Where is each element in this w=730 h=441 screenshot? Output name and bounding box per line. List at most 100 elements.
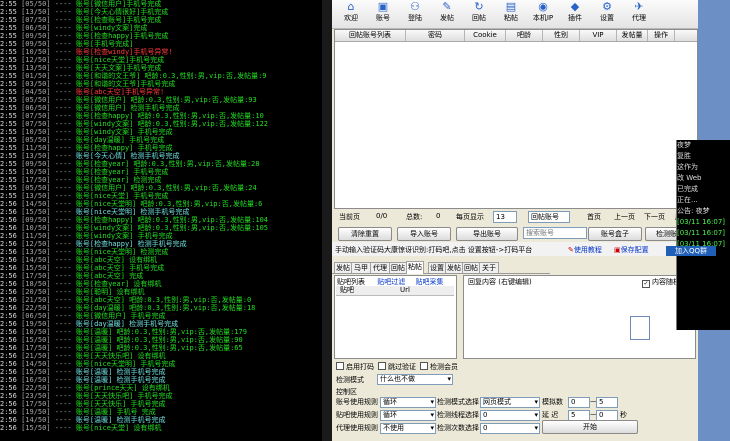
tab-item[interactable]: 关于 — [479, 262, 499, 273]
toolbar-button-4[interactable]: ✎ 发帖 — [434, 1, 460, 23]
terminal-line: 改 Web — [677, 174, 702, 182]
home-icon: ⌂ — [347, 0, 355, 13]
console-line: 2:55 [17/50] ---- 账号[检查year] 检测完成 — [0, 176, 162, 184]
check-member-checkbox[interactable]: 检测会员 — [420, 362, 458, 372]
console-line: 2:56 [13/50] ---- 账号[nice天堂明] 检测完成 — [0, 248, 169, 256]
forum-list-tab[interactable]: 贴吧列表 — [337, 278, 365, 286]
console-line: 2:56 [15/50] ---- 账号[abc天空] 手机号完成 — [0, 264, 165, 272]
forum-collect-link[interactable]: 贴吧采集 — [415, 278, 443, 286]
tutorial-link[interactable]: ✎使用教程 — [568, 245, 602, 255]
captcha-hint: 手动输入验证码大康惊讶识别:打码吧,点击 设置按钮->打码平台 — [335, 246, 533, 254]
check-mode-select[interactable]: 什么也不做 — [377, 374, 453, 385]
grid-column-header[interactable]: VIP — [580, 30, 617, 41]
prev-page-link[interactable]: 上一页 — [614, 212, 635, 222]
checkbox-icon — [336, 362, 344, 370]
console-line: 2:55 [06/50] ---- 账号[微信用户] 检测手机号完成 — [0, 104, 180, 112]
grid-column-header[interactable]: Cookie — [465, 30, 506, 41]
console-line: 2:56 [09/50] ---- 账号[检查happy] 吧龄:0.3,性别:… — [0, 216, 269, 224]
console-line: 2:56 [14/50] ---- 账号[nice天堂明] 吧龄:0.3,性别:… — [0, 200, 263, 208]
console-line: 2:56 [16/50] ---- 账号[温暖] 检测手机号完成 — [0, 376, 166, 384]
clear-reset-button[interactable]: 清除重置 — [338, 227, 392, 241]
console-line: 2:55 [05/50] ---- 账号[微信用户] 吧龄:0.3,性别:男,v… — [0, 96, 257, 104]
tab-item[interactable]: 马甲 — [351, 262, 371, 273]
rule-select[interactable]: 循环 — [380, 410, 436, 421]
export-account-button[interactable]: 导出账号 — [456, 227, 518, 241]
toolbar-button-8[interactable]: ◆ 插件 — [562, 1, 588, 23]
next-page-link[interactable]: 下一页 — [644, 212, 665, 222]
post-icon: ✎ — [442, 0, 452, 13]
check-option-label: 检测次数选择 — [437, 424, 479, 432]
toolbar-label: 登陆 — [408, 14, 422, 22]
check-option-select[interactable]: 0 — [480, 423, 540, 434]
tab-item[interactable]: 设置 — [428, 262, 446, 273]
per-page-label: 每页显示 — [456, 213, 484, 221]
plugin-icon: ◆ — [570, 0, 580, 13]
search-account-input[interactable] — [523, 227, 587, 239]
toolbar-button-5[interactable]: ↻ 回帖 — [466, 1, 492, 23]
toolbar-button-3[interactable]: ⚇ 登陆 — [402, 1, 428, 23]
rule-select[interactable]: 循环 — [380, 397, 436, 408]
account-type-select[interactable]: 回帖账号 — [528, 211, 570, 223]
skip-verify-checkbox[interactable]: 跳过验证 — [378, 362, 416, 372]
import-account-button[interactable]: 导入账号 — [397, 227, 451, 241]
toolbar-button-9[interactable]: ⚙ 设置 — [594, 1, 620, 23]
reply-content-panel[interactable]: 回复内容 (右键编辑) ✓ 内容随机 — [463, 275, 696, 359]
console-line: 2:55 [13/50] ---- 账号[今天心情很好]手机完成 — [0, 8, 169, 16]
terminal-line: 公告: 夜梦 — [677, 207, 710, 215]
save-config-link[interactable]: ▣保存配置 — [614, 245, 649, 255]
param-input-min[interactable]: 0 — [568, 397, 590, 408]
grid-column-header[interactable]: 密码 — [406, 30, 465, 41]
toolbar-button-7[interactable]: ◉ 本机IP — [530, 1, 556, 23]
account-box-button[interactable]: 账号盒子 — [588, 227, 642, 241]
toolbar-button-1[interactable]: ⌂ 欢迎 — [338, 1, 364, 23]
terminal-line: 夜梦 — [677, 141, 691, 149]
grid-column-header[interactable]: 吧龄 — [506, 30, 543, 41]
rule-select[interactable]: 不使用 — [380, 423, 436, 434]
check-option-select[interactable]: 网页模式 — [480, 397, 540, 408]
tab-item[interactable]: 回帖 — [389, 262, 407, 273]
console-line: 2:56 [14/50] ---- 账号[nice天堂明] 手机号完成 — [0, 360, 176, 368]
console-line: 2:56 [14/50] ---- 账号[温暖] 检测手机号完成 — [0, 416, 166, 424]
tab-item[interactable]: 代理 — [370, 262, 390, 273]
desktop-file[interactable]: 回50个.txt — [625, 316, 655, 349]
grid-column-header[interactable]: 回帖账号列表 — [335, 30, 406, 41]
random-content-checkbox[interactable]: ✓ 内容随机 — [642, 277, 680, 288]
join-qq-button[interactable]: 加入QQ群 — [666, 246, 716, 256]
toolbar-button-2[interactable]: ▣ 账号 — [370, 1, 396, 23]
tab-item[interactable]: 回帖 — [462, 262, 480, 273]
console-line: 2:55 [13/50] ---- 账号[今天心情] 检测手机号完成 — [0, 152, 180, 160]
grid-column-header[interactable]: 发帖量 — [617, 30, 648, 41]
grid-column-header[interactable]: 操作 — [648, 30, 675, 41]
check-option-select[interactable]: 0 — [480, 410, 540, 421]
toolbar-label: 设置 — [600, 14, 614, 22]
per-page-select[interactable]: 13 — [493, 211, 517, 223]
checkbox-icon — [420, 362, 428, 370]
captcha-bar: 手动输入验证码大康惊讶识别:打码吧,点击 设置按钮->打码平台 ✎使用教程 ▣保… — [332, 242, 698, 256]
side-terminal: 夜梦 复胜 这作为改 Web 已完成 正在... 公告: 夜梦 [03/11 16:07] [… — [676, 140, 730, 330]
start-button[interactable]: 开始 — [542, 420, 638, 434]
tab-item[interactable]: 粘帖 — [406, 261, 424, 274]
console-line: 2:56 [17/50] ---- 账号[温暖] 吧龄:0.3,性别:男,vip… — [0, 344, 243, 352]
tab-item[interactable]: 发帖 — [445, 262, 463, 273]
grid-column-header[interactable]: 性别 — [543, 30, 580, 41]
console-line: 2:55 [09/50] ---- 账号[手机号完成] — [0, 40, 134, 48]
toolbar-button-6[interactable]: ▤ 粘帖 — [498, 1, 524, 23]
window-separator — [322, 0, 332, 441]
url-col-header: Url — [400, 286, 410, 294]
param-input-max[interactable]: 5 — [596, 397, 618, 408]
unit-label: 秒 — [620, 411, 627, 419]
text-file-icon — [630, 316, 650, 340]
first-page-link[interactable]: 首页 — [587, 212, 601, 222]
reply-content-label: 回复内容 (右键编辑) — [468, 278, 532, 286]
forum-filter-link[interactable]: 贴吧过滤 — [377, 278, 405, 286]
account-grid[interactable]: 回帖账号列表 密码 Cookie 吧龄 性别 VIP 发帖量 操作 — [334, 29, 698, 209]
toolbar-button-10[interactable]: ✈ 代理 — [626, 1, 652, 23]
console-line: 2:56 [10/50] ---- 账号[温暖] 吧龄:0.3,性别:男,vip… — [0, 328, 247, 336]
console-line: 2:55 [12/50] ---- 账号[nice天堂]手机号完成 — [0, 56, 165, 64]
tab-item[interactable]: 发帖 — [334, 262, 352, 273]
console-line: 2:56 [18/50] ---- 账号[检查year] 设有绑机 — [0, 280, 162, 288]
rule-label: 贴吧使用规则 — [336, 411, 378, 419]
random-code-checkbox[interactable]: 启用打码 — [336, 362, 374, 372]
console-line: 2:55 [05/50] ---- 账号[微信用户] 吧龄:0.3,性别:男,v… — [0, 184, 257, 192]
toolbar-label: 本机IP — [532, 14, 554, 22]
